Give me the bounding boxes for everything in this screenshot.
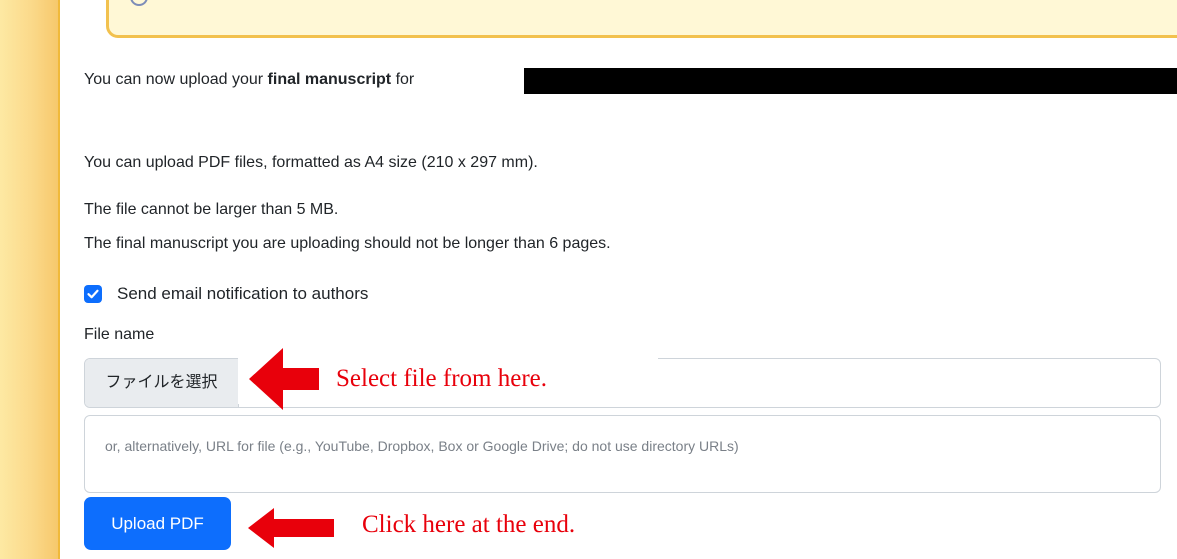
upload-intro-suffix: for	[391, 71, 415, 88]
email-notification-checkbox[interactable]	[84, 285, 102, 303]
file-name-label: File name	[84, 326, 155, 343]
redacted-title	[524, 68, 1177, 94]
sidebar-background	[0, 0, 58, 559]
instruction-file-size: The file cannot be larger than 5 MB.	[84, 201, 339, 218]
click-end-annotation: Click here at the end.	[362, 511, 576, 538]
sidebar-border	[58, 0, 60, 559]
choose-file-button[interactable]: ファイルを選択	[85, 359, 239, 407]
arrow-left-icon	[249, 348, 319, 410]
select-file-annotation: Select file from here.	[336, 365, 548, 392]
email-notification-label[interactable]: Send email notification to authors	[117, 284, 368, 304]
upload-intro-text: You can now upload your final manuscript…	[84, 70, 414, 90]
final-manuscript-emphasis: final manuscript	[267, 71, 392, 88]
info-alert-box	[106, 0, 1177, 38]
upload-pdf-button[interactable]: Upload PDF	[84, 497, 231, 550]
file-url-placeholder: or, alternatively, URL for file (e.g., Y…	[105, 438, 739, 454]
instruction-page-limit: The final manuscript you are uploading s…	[84, 235, 611, 252]
instruction-pdf-format: You can upload PDF files, formatted as A…	[84, 154, 538, 171]
check-icon	[87, 289, 99, 299]
arrow-left-icon	[248, 508, 334, 548]
file-url-textarea[interactable]: or, alternatively, URL for file (e.g., Y…	[84, 415, 1161, 493]
upload-intro-prefix: You can now upload your	[84, 71, 268, 88]
